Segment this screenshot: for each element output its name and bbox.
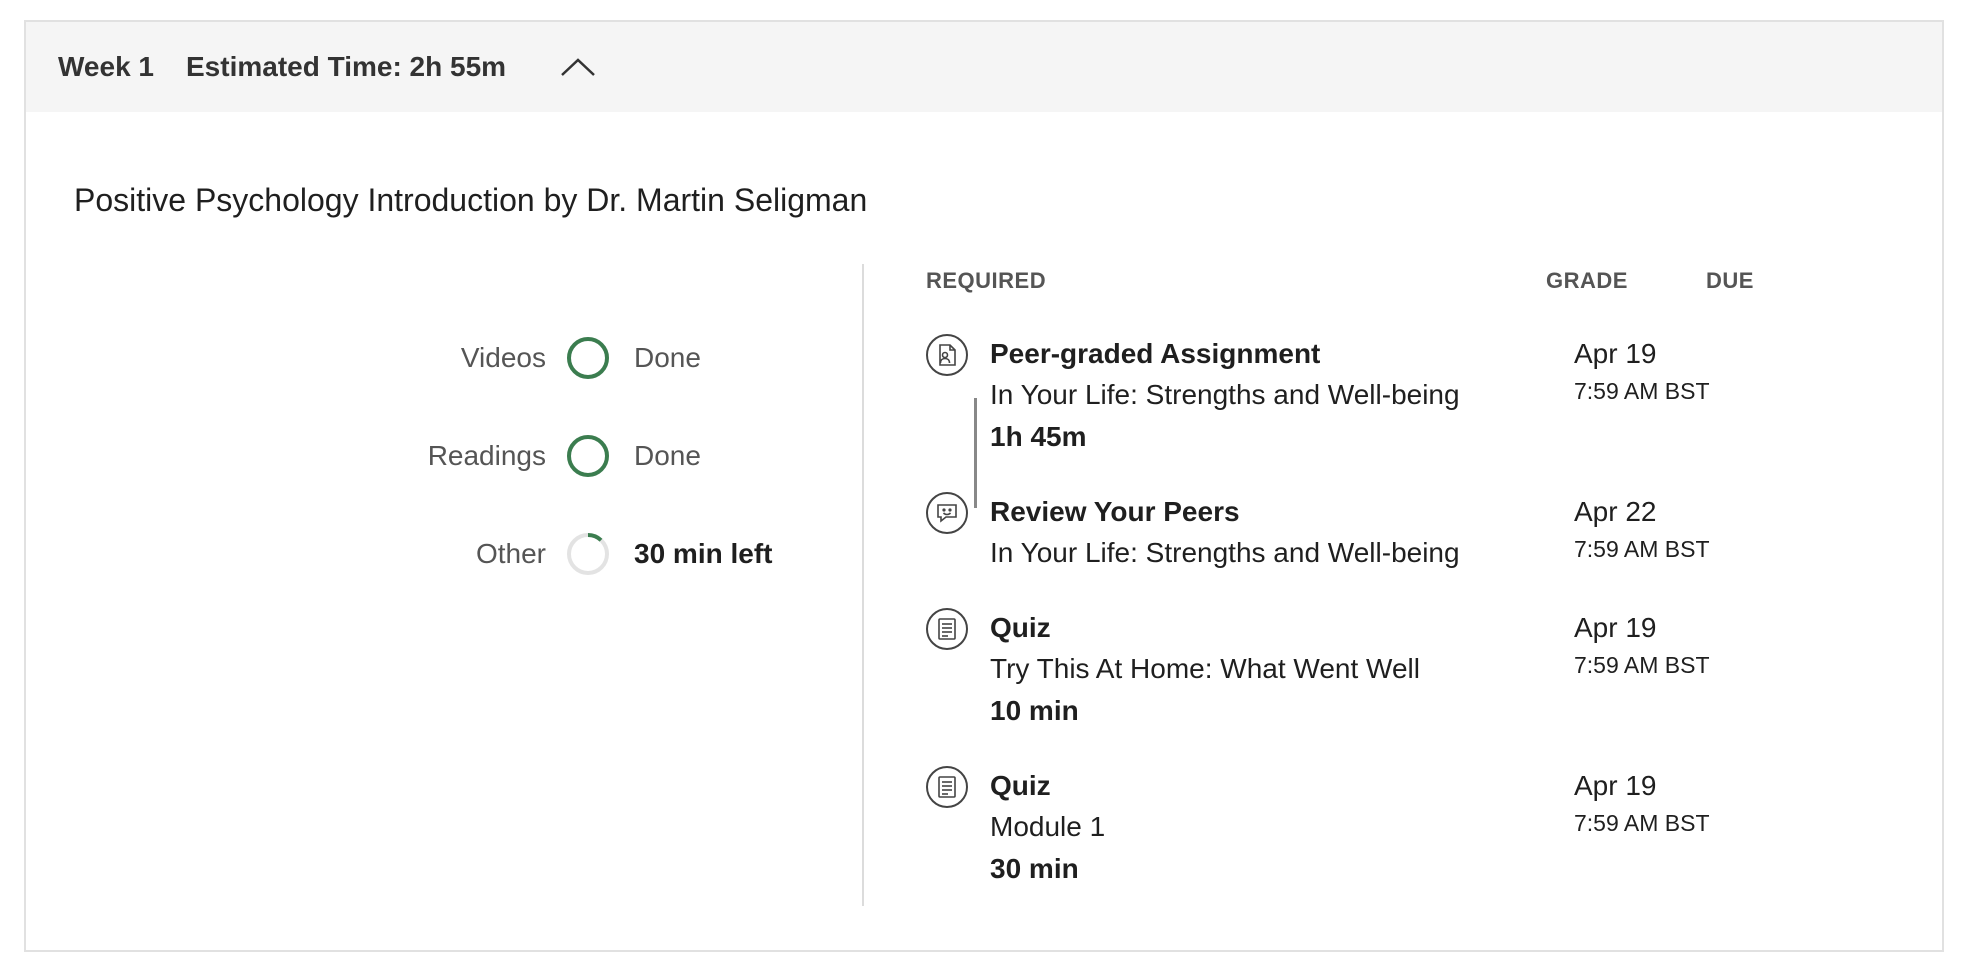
column-header-grade: GRADE (1546, 268, 1628, 293)
progress-status: 30 min left (634, 538, 773, 569)
due-date: Apr 19 (1574, 612, 1657, 643)
due-date: Apr 19 (1574, 338, 1657, 369)
due-time: 7:59 AM BST (1574, 378, 1710, 404)
progress-ring-icon (567, 533, 609, 575)
week-header[interactable]: Week 1 Estimated Time: 2h 55m (26, 22, 1942, 112)
item-duration: 10 min (990, 695, 1079, 726)
quiz-icon (926, 608, 968, 650)
quiz-icon (926, 766, 968, 808)
item-name: Module 1 (990, 811, 1106, 842)
estimated-time: Estimated Time: 2h 55m (186, 51, 507, 82)
item-duration: 1h 45m (990, 421, 1087, 452)
item-type[interactable]: Review Your Peers (990, 492, 1460, 532)
due-date: Apr 22 (1574, 496, 1657, 527)
due-time: 7:59 AM BST (1574, 652, 1710, 678)
item-name: In Your Life: Strengths and Well-being (990, 537, 1460, 568)
due-time: 7:59 AM BST (1574, 810, 1710, 836)
module-title: Positive Psychology Introduction by Dr. … (74, 182, 868, 218)
item-duration: 30 min (990, 853, 1079, 884)
progress-row-other: Other 30 min left (26, 529, 786, 579)
progress-row-videos: Videos Done (26, 333, 786, 383)
column-divider (862, 264, 864, 906)
item-connector-line (974, 398, 977, 508)
progress-ring-icon (567, 337, 609, 379)
due-time: 7:59 AM BST (1574, 536, 1710, 562)
chevron-up-icon[interactable] (558, 47, 598, 87)
item-type[interactable]: Quiz (990, 766, 1105, 806)
item-type[interactable]: Quiz (990, 608, 1420, 648)
week-card: Week 1 Estimated Time: 2h 55m Positive P… (24, 20, 1944, 952)
review-peers-icon (926, 492, 968, 534)
progress-status: Done (634, 342, 701, 373)
week-label: Week 1 (58, 51, 154, 82)
item-name: Try This At Home: What Went Well (990, 653, 1420, 684)
progress-row-readings: Readings Done (26, 431, 786, 481)
progress-label: Videos (460, 342, 546, 373)
progress-status: Done (634, 440, 701, 471)
column-header-due: DUE (1706, 268, 1754, 293)
progress-label: Readings (427, 440, 546, 471)
column-header-required: REQUIRED (926, 268, 1047, 293)
progress-ring-icon (567, 435, 609, 477)
item-name: In Your Life: Strengths and Well-being (990, 379, 1460, 410)
item-type[interactable]: Peer-graded Assignment (990, 334, 1460, 374)
due-date: Apr 19 (1574, 770, 1657, 801)
peer-assignment-icon (926, 334, 968, 376)
progress-label: Other (475, 538, 546, 569)
